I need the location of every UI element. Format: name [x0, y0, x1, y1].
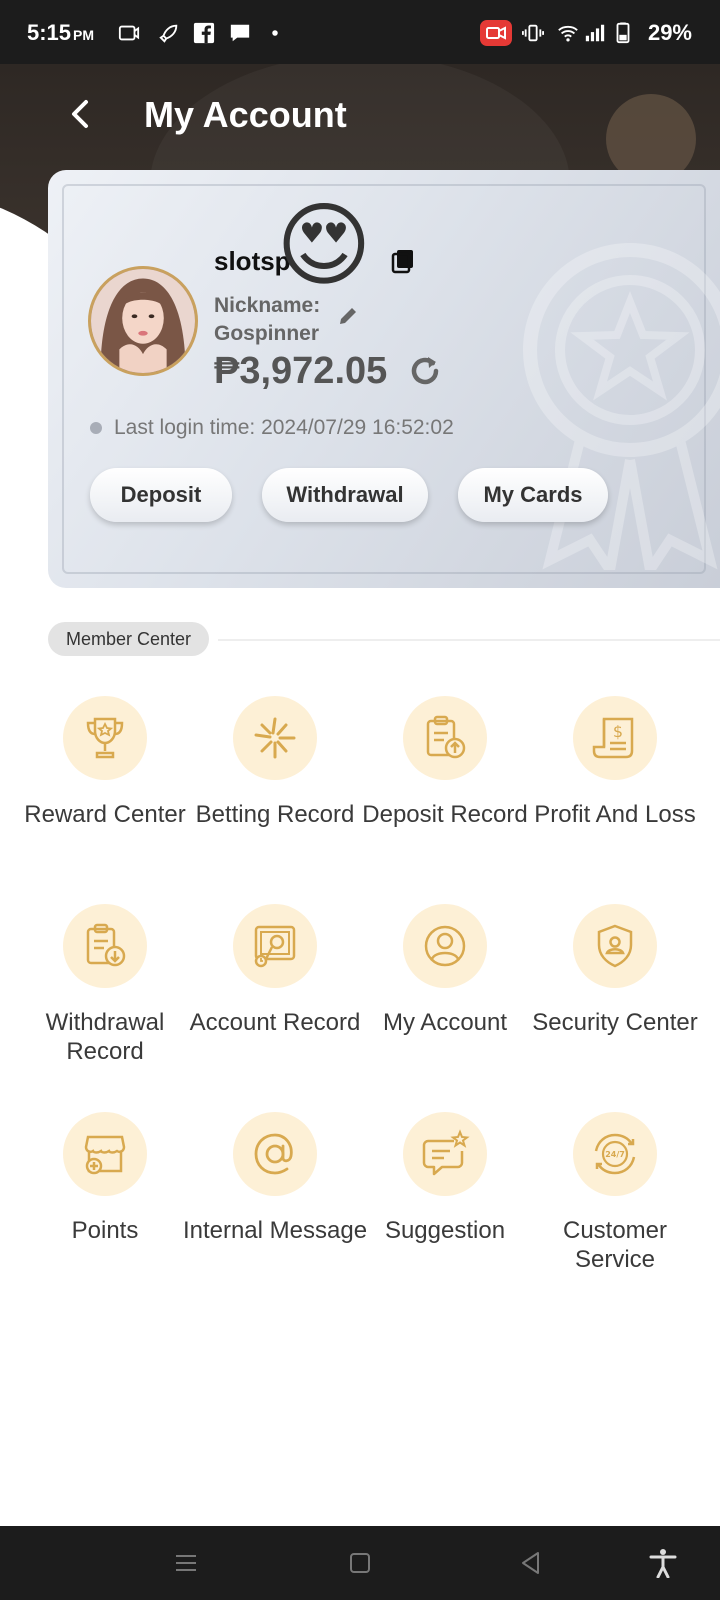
status-bar: 5:15 PM 29% — [0, 0, 720, 64]
profit-and-loss-label: Profit And Loss — [534, 801, 696, 828]
withdrawal-button[interactable]: Withdrawal — [262, 468, 428, 522]
points-item[interactable]: Points — [20, 1112, 190, 1302]
deposit-record-item[interactable]: Deposit Record — [360, 696, 530, 886]
my-account-item[interactable]: My Account — [360, 904, 530, 1094]
battery-icon — [616, 22, 630, 44]
status-time: 5:15 PM — [27, 20, 95, 45]
accessibility-icon[interactable] — [648, 1548, 678, 1578]
rocket-icon — [159, 24, 178, 43]
suggestion-label: Suggestion — [384, 1217, 506, 1244]
svg-text:$: $ — [613, 722, 623, 741]
internal-message-label: Internal Message — [182, 1217, 368, 1244]
home-icon[interactable] — [345, 1548, 375, 1578]
page-title: My Account — [144, 94, 347, 135]
vibrate-icon — [522, 24, 544, 42]
customer-service-item[interactable]: 24/7 Customer Service — [530, 1112, 700, 1302]
support-24-7-icon: 24/7 — [594, 1133, 636, 1175]
nickname-value: Gospinner — [214, 322, 320, 345]
shield-user-icon — [597, 924, 633, 968]
back-nav-icon[interactable] — [516, 1548, 546, 1578]
profit-and-loss-item[interactable]: $ Profit And Loss — [530, 696, 700, 886]
refresh-icon[interactable] — [406, 352, 444, 390]
customer-service-label: Customer Service — [562, 1217, 668, 1273]
security-center-label: Security Center — [532, 1009, 698, 1036]
facebook-icon — [193, 22, 215, 44]
shop-icon — [84, 1135, 126, 1175]
member-center-label: Member Center — [48, 622, 210, 656]
login-dot-icon — [90, 422, 102, 435]
account-record-label: Account Record — [189, 1009, 361, 1036]
emoji-sticker: 😍 — [276, 195, 372, 297]
reward-center-label: Reward Center — [24, 801, 186, 828]
suggestion-item[interactable]: Suggestion — [360, 1112, 530, 1302]
points-label: Points — [71, 1217, 139, 1244]
avatar-portrait — [91, 269, 195, 373]
nickname-label: Nickname: — [214, 294, 321, 317]
betting-record-label: Betting Record — [195, 801, 355, 828]
internal-message-item[interactable]: Internal Message — [183, 1112, 367, 1302]
receipt-dollar-icon: $ — [592, 717, 634, 759]
balance-amount: ₱3,972.05 — [214, 350, 388, 392]
clipboard-download-icon — [86, 923, 126, 967]
account-record-item[interactable]: Account Record — [190, 904, 360, 1094]
my-cards-button[interactable]: My Cards — [458, 468, 608, 522]
withdrawal-record-item[interactable]: Withdrawal Record — [20, 904, 190, 1094]
svg-text:24/7: 24/7 — [605, 1150, 625, 1159]
dot-icon — [272, 30, 278, 36]
betting-record-item[interactable]: Betting Record — [190, 696, 360, 886]
account-card: slotsp 😍 Nickname: Gospinner ₱3,972.05 L… — [48, 170, 720, 588]
account-record-icon — [254, 925, 296, 968]
member-center-header: Member Center — [48, 622, 720, 656]
edit-icon[interactable] — [336, 304, 360, 328]
wifi-icon — [558, 25, 578, 42]
battery-percent: 29% — [647, 20, 692, 45]
message-icon — [230, 24, 250, 42]
clipboard-upload-icon — [426, 715, 466, 759]
deposit-button[interactable]: Deposit — [90, 468, 232, 522]
at-icon — [254, 1133, 293, 1175]
chat-star-icon — [422, 1129, 470, 1176]
system-nav-bar — [0, 1526, 720, 1600]
trophy-icon — [86, 717, 124, 759]
avatar[interactable] — [88, 266, 198, 376]
screen-record-icon — [118, 25, 140, 41]
video-record-icon — [480, 20, 512, 46]
security-center-item[interactable]: Security Center — [530, 904, 700, 1094]
signal-icon — [585, 24, 605, 42]
back-icon[interactable] — [62, 94, 102, 134]
last-login: Last login time: 2024/07/29 16:52:02 — [90, 416, 454, 440]
reward-center-item[interactable]: Reward Center — [20, 696, 190, 886]
my-account-label: My Account — [382, 1009, 508, 1036]
user-icon — [424, 925, 466, 967]
copy-icon[interactable] — [390, 248, 416, 274]
recent-apps-icon[interactable] — [171, 1548, 201, 1578]
withdrawal-record-label: Withdrawal Record — [45, 1009, 165, 1065]
divider — [218, 639, 720, 641]
deposit-record-label: Deposit Record — [362, 801, 528, 828]
sparkle-icon — [254, 717, 296, 759]
